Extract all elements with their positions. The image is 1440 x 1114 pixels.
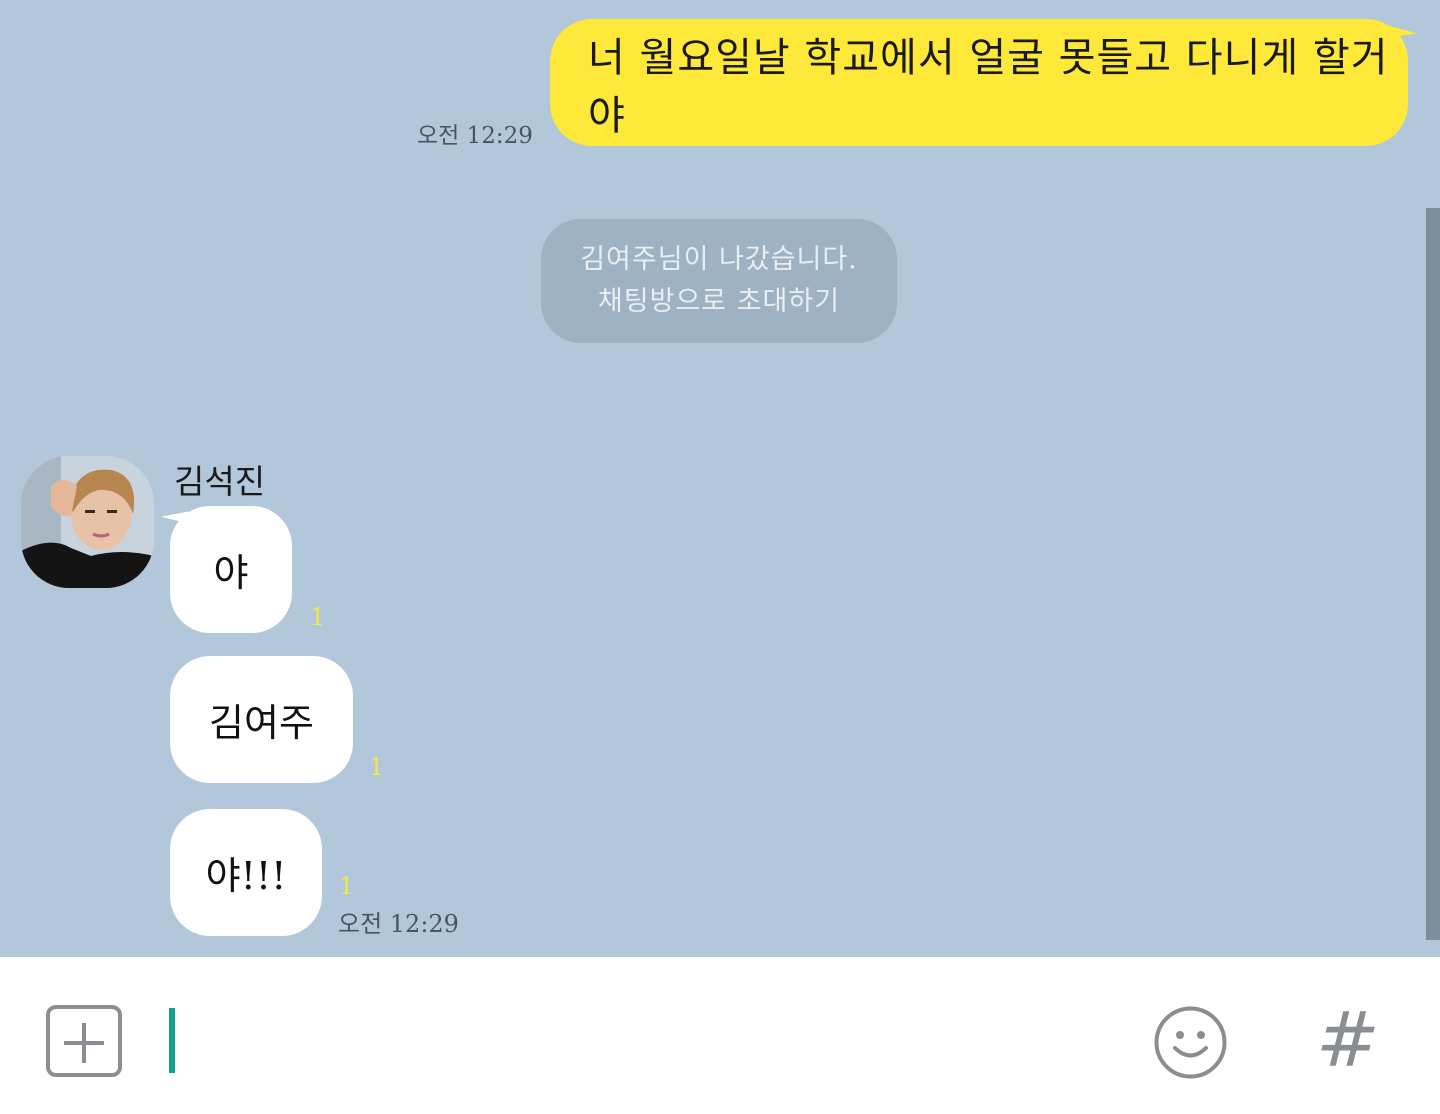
notice-left-text: 김여주님이 나갔습니다. xyxy=(580,244,858,275)
unread-count: 1 xyxy=(339,872,355,900)
chat-area[interactable]: 너 월요일날 학교에서 얼굴 못들고 다니게 할거야 오전 12:29 김여주님… xyxy=(0,0,1440,957)
incoming-message-text: 김여주 xyxy=(209,701,314,745)
incoming-message-bubble[interactable]: 야!!! xyxy=(170,809,322,936)
incoming-message-text: 야 xyxy=(213,551,249,595)
outgoing-message-bubble[interactable]: 너 월요일날 학교에서 얼굴 못들고 다니게 할거야 xyxy=(550,19,1408,146)
incoming-message-bubble[interactable]: 야 xyxy=(170,506,292,633)
hash-search-button[interactable]: # xyxy=(1316,1002,1380,1078)
unread-count: 1 xyxy=(310,603,326,631)
sender-name: 김석진 xyxy=(174,462,266,501)
attach-plus-button[interactable] xyxy=(46,1005,122,1077)
scrollbar[interactable] xyxy=(1426,208,1440,940)
avatar-photo xyxy=(21,456,154,588)
plus-icon-vertical xyxy=(82,1023,86,1063)
sender-avatar[interactable] xyxy=(21,456,154,588)
incoming-message-bubble[interactable]: 김여주 xyxy=(170,656,353,783)
system-notice: 김여주님이 나갔습니다. 채팅방으로 초대하기 xyxy=(541,219,897,343)
incoming-message-time: 오전 12:29 xyxy=(338,910,459,938)
text-cursor xyxy=(169,1008,175,1073)
invite-to-chat-link[interactable]: 채팅방으로 초대하기 xyxy=(598,281,840,323)
outgoing-message-time: 오전 12:29 xyxy=(417,123,533,149)
incoming-message-text: 야!!! xyxy=(205,854,287,898)
emoji-button[interactable] xyxy=(1153,1005,1228,1080)
message-input[interactable] xyxy=(180,1000,1080,1080)
smiley-icon xyxy=(1154,1006,1227,1079)
outgoing-message-text: 너 월요일날 학교에서 얼굴 못들고 다니게 할거야 xyxy=(588,34,1389,139)
unread-count: 1 xyxy=(369,753,385,781)
